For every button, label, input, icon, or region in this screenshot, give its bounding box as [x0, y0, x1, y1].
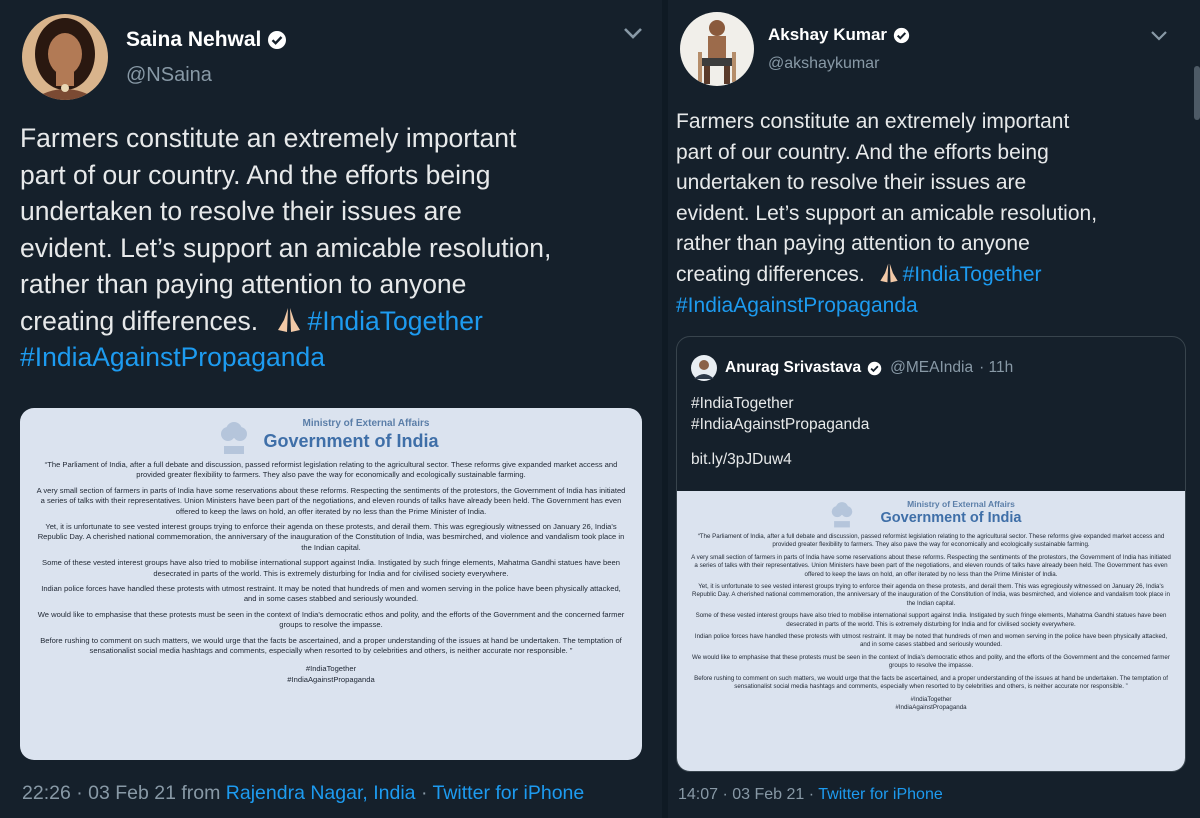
statement-paragraph: “The Parliament of India, after a full d…: [44, 460, 618, 480]
handle[interactable]: @NSaina: [126, 64, 287, 87]
statement-paragraph: A very small section of farmers in parts…: [36, 485, 626, 516]
tweet-text-line: evident. Let’s support an amicable resol…: [676, 201, 1098, 225]
hashtag-link[interactable]: #IndiaAgainstPropaganda: [20, 339, 650, 376]
source-link[interactable]: Twitter for iPhone: [818, 786, 943, 803]
tweet-text-line: rather than paying attention to anyone: [676, 232, 1030, 256]
location-link[interactable]: Rajendra Nagar, India: [226, 782, 416, 804]
tweet-text-line: Farmers constitute an extremely importan…: [20, 123, 517, 153]
tweet-footer: 14:07 · 03 Feb 21 · Twitter for iPhone: [678, 786, 943, 804]
tweet-text: Farmers constitute an extremely importan…: [676, 107, 1186, 321]
chevron-down-icon[interactable]: [622, 26, 644, 40]
tweet-text-line: part of our country. And the efforts bei…: [676, 140, 1049, 164]
folded-hands-icon: [266, 303, 308, 340]
tweet-header: Akshay Kumar @akshaykumar: [680, 12, 910, 86]
tweet-text-line: undertaken to resolve their issues are: [676, 171, 1027, 195]
ministry-title: Ministry of External Affairs: [302, 418, 430, 429]
statement-paragraph: Indian police forces have handled these …: [694, 633, 1168, 649]
tweet-text-line: Farmers constitute an extremely importan…: [676, 110, 1070, 133]
statement-hashtag: #IndiaAgainstPropaganda: [895, 704, 967, 712]
verified-badge-icon: [268, 30, 287, 49]
statement-hashtags: #IndiaTogether #IndiaAgainstPropaganda: [689, 696, 1173, 713]
hashtag-link[interactable]: #IndiaTogether: [903, 263, 1042, 286]
tweet-text-fragment: creating differences.: [676, 262, 865, 286]
statement-paragraph: Yet, it is unfortunate to see vested int…: [692, 583, 1170, 607]
quoted-link[interactable]: bit.ly/3pJDuw4: [691, 449, 869, 470]
handle[interactable]: @akshaykumar: [768, 55, 910, 73]
statement-paragraph: A very small section of farmers in parts…: [691, 553, 1171, 578]
quoted-handle[interactable]: @MEAIndia: [890, 359, 973, 377]
avatar[interactable]: [691, 355, 717, 381]
chevron-down-icon[interactable]: [1150, 30, 1168, 42]
quoted-tweet[interactable]: Anurag Srivastava @MEAIndia · 11h #India…: [676, 336, 1186, 772]
statement-paragraph: We would like to emphasise that these pr…: [692, 653, 1170, 670]
tweet-text-line: undertaken to resolve their issues are: [20, 196, 462, 226]
display-name-text[interactable]: Akshay Kumar: [768, 25, 887, 45]
timestamp[interactable]: 14:07 · 03 Feb 21 ·: [678, 786, 814, 803]
quoted-hashtag[interactable]: #IndiaTogether: [691, 393, 869, 414]
quoted-display-name[interactable]: Anurag Srivastava: [725, 359, 861, 377]
emblem-icon: [221, 422, 247, 454]
statement-header: Ministry of External Affairs Government …: [20, 408, 642, 452]
scrollbar[interactable]: [1194, 66, 1200, 120]
emblem-icon: [831, 502, 853, 528]
statement-hashtags: #IndiaTogether #IndiaAgainstPropaganda: [36, 663, 626, 685]
statement-image[interactable]: Ministry of External Affairs Government …: [20, 408, 642, 760]
avatar-photo: [680, 12, 754, 86]
statement-hashtag: #IndiaAgainstPropaganda: [287, 674, 375, 684]
statement-paragraph: Some of these vested interest groups hav…: [42, 558, 620, 578]
source-link[interactable]: Twitter for iPhone: [433, 782, 585, 804]
statement-body: “The Parliament of India, after a full d…: [677, 526, 1185, 713]
tweet-akshay: Akshay Kumar @akshaykumar Farmers consti…: [662, 0, 1200, 818]
tweet-text-fragment: creating differences.: [20, 305, 259, 336]
tweet-text-line: rather than paying attention to anyone: [20, 269, 467, 299]
statement-hashtag: #IndiaTogether: [910, 695, 952, 703]
ministry-title: Ministry of External Affairs: [907, 499, 1015, 509]
statement-paragraph: “The Parliament of India, after a full d…: [697, 533, 1165, 549]
tweet-header: Saina Nehwal @NSaina: [22, 14, 287, 100]
statement-paragraph: Indian police forces have handled these …: [41, 584, 621, 604]
quoted-text: #IndiaTogether #IndiaAgainstPropaganda b…: [691, 393, 869, 470]
quoted-header: Anurag Srivastava @MEAIndia · 11h: [691, 355, 1013, 381]
government-title: Government of India: [880, 510, 1022, 526]
hashtag-link[interactable]: #IndiaTogether: [308, 306, 483, 336]
hashtag-link[interactable]: #IndiaAgainstPropaganda: [676, 291, 1186, 322]
tweet-text-line: creating differences. #IndiaTogether: [20, 303, 650, 340]
avatar-photo: [22, 14, 108, 100]
tweet-saina: Saina Nehwal @NSaina Farmers constitute …: [0, 0, 662, 818]
quoted-time[interactable]: · 11h: [979, 359, 1013, 377]
tweet-footer: 22:26 · 03 Feb 21 from Rajendra Nagar, I…: [22, 782, 584, 805]
statement-body: “The Parliament of India, after a full d…: [20, 452, 642, 685]
quoted-hashtag[interactable]: #IndiaAgainstPropaganda: [691, 414, 869, 435]
statement-paragraph: We would like to emphasise that these pr…: [37, 609, 625, 630]
display-name[interactable]: Saina Nehwal: [126, 28, 287, 52]
tweet-text-line: creating differences. #IndiaTogether: [676, 260, 1186, 291]
government-title: Government of India: [263, 431, 439, 451]
avatar[interactable]: [22, 14, 108, 100]
statement-paragraph: Some of these vested interest groups hav…: [695, 612, 1167, 628]
statement-header: Ministry of External Affairs Government …: [677, 491, 1185, 526]
quoted-statement-image[interactable]: Ministry of External Affairs Government …: [677, 491, 1185, 771]
statement-hashtag: #IndiaTogether: [305, 663, 357, 673]
tweet-text-line: evident. Let’s support an amicable resol…: [20, 232, 552, 263]
separator: ·: [420, 782, 428, 804]
statement-paragraph: Yet, it is unfortunate to see vested int…: [37, 522, 625, 552]
timestamp[interactable]: 22:26 · 03 Feb 21 from: [22, 782, 220, 804]
avatar[interactable]: [680, 12, 754, 86]
verified-badge-icon: [893, 27, 910, 43]
folded-hands-icon: [871, 260, 903, 291]
statement-paragraph: Before rushing to comment on such matter…: [40, 635, 622, 656]
statement-paragraph: Before rushing to comment on such matter…: [694, 674, 1168, 691]
display-name[interactable]: Akshay Kumar: [768, 25, 910, 45]
tweet-text-line: part of our country. And the efforts bei…: [20, 159, 491, 190]
display-name-text[interactable]: Saina Nehwal: [126, 28, 261, 52]
verified-badge-icon: [867, 361, 882, 375]
tweet-text: Farmers constitute an extremely importan…: [20, 120, 650, 376]
